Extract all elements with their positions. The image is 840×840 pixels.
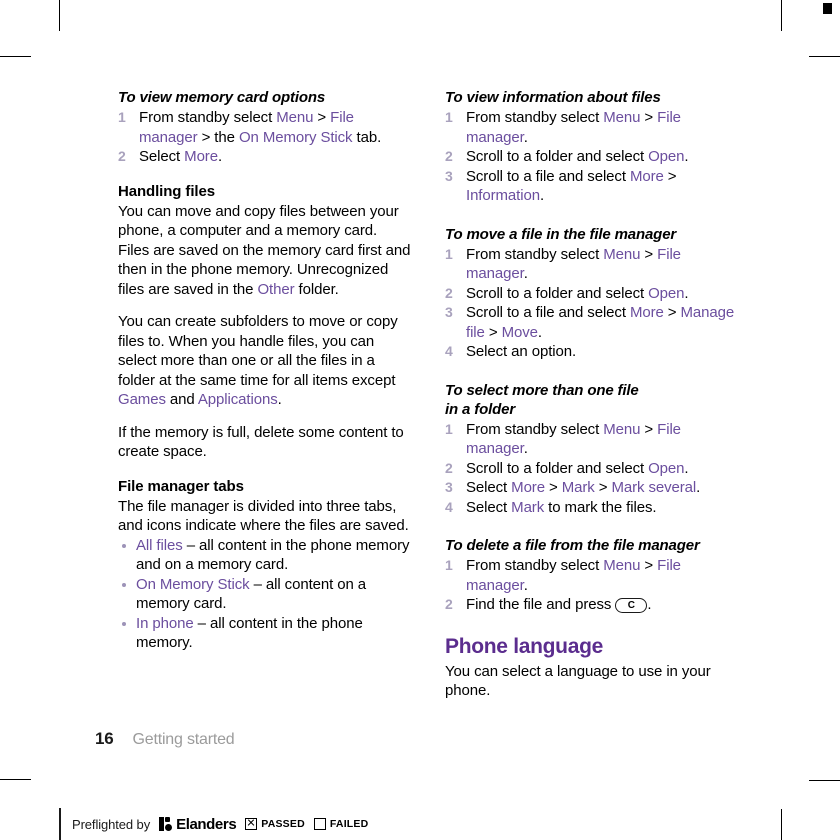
- ui-reference: Move: [501, 323, 538, 341]
- ui-reference: Applications: [197, 391, 278, 408]
- checkbox-checked-icon: [245, 818, 258, 830]
- step-item: Find the file and press C.: [445, 595, 652, 614]
- ui-reference: File manager: [466, 420, 681, 458]
- step-item: Select More.: [118, 147, 223, 166]
- steps-view-memory-card-options: From standby select Menu > File manager …: [118, 108, 411, 167]
- section-title-view-information-about-files: To view information about files: [445, 89, 661, 106]
- preflight-label: Preflighted by: [72, 816, 151, 832]
- manual-page: To view memory card options From standby…: [0, 0, 840, 840]
- steps-view-information-about-files: From standby select Menu > File manager.…: [445, 108, 738, 206]
- step-item: Scroll to a file and select More > Infor…: [445, 167, 677, 205]
- ui-reference: On Memory Stick: [136, 575, 250, 593]
- preflight-passed: PASSED: [245, 818, 305, 830]
- ui-reference: Menu: [603, 420, 641, 438]
- ui-reference: Games: [118, 391, 166, 408]
- paragraph-handling-files-2: You can create subfolders to move or cop…: [118, 313, 398, 408]
- preflight-failed: FAILED: [313, 818, 369, 830]
- elanders-wordmark: Elanders: [176, 815, 237, 833]
- page-footer: 16 Getting started: [95, 729, 235, 749]
- paragraph-file-manager-tabs-intro: The file manager is divided into three t…: [118, 497, 409, 535]
- step-item: From standby select Menu > File manager.: [445, 108, 681, 146]
- preflight-stamp-bar: Preflighted by Elanders PASSED FAILED: [59, 808, 368, 840]
- ui-reference: File manager: [466, 109, 681, 146]
- step-item: Scroll to a folder and select Open.: [445, 459, 689, 478]
- ui-reference: Information: [466, 187, 540, 204]
- paragraph-phone-language: You can select a language to use in your…: [445, 662, 711, 700]
- ui-reference: Open: [648, 284, 685, 302]
- paragraph-handling-files-1: You can move and copy files between your…: [118, 202, 411, 298]
- checkbox-empty-icon: [313, 818, 326, 830]
- ui-reference: Menu: [276, 109, 314, 126]
- step-item: From standby select Menu > File manager.: [445, 420, 681, 458]
- list-file-manager-tabs: All files – all content in the phone mem…: [118, 536, 411, 653]
- elanders-logo: Elanders: [159, 815, 237, 833]
- step-item: From standby select Menu > File manager.: [445, 556, 681, 594]
- ui-reference: Mark: [561, 479, 595, 496]
- ui-reference: Other: [257, 280, 295, 298]
- step-item: Scroll to a folder and select Open.: [445, 147, 689, 166]
- ui-reference: More: [629, 167, 664, 185]
- list-item: On Memory Stick – all content on a memor…: [118, 575, 411, 614]
- ui-reference: Mark several: [611, 479, 697, 496]
- ui-reference: File manager: [466, 245, 681, 283]
- paragraph-handling-files-3: If the memory is full, delete some conte…: [118, 423, 404, 461]
- step-item: Scroll to a file and select More > Manag…: [445, 303, 735, 341]
- ui-reference: In phone: [136, 614, 194, 632]
- section-title-move-a-file: To move a file in the file manager: [445, 225, 677, 243]
- text-columns: To view memory card options From standby…: [118, 88, 738, 701]
- section-title-select-more-than-one-file: To select more than one file in a folder: [445, 381, 738, 419]
- ui-reference: Open: [648, 459, 685, 477]
- step-item: Select an option.: [445, 342, 577, 361]
- preflight-passed-label: PASSED: [261, 818, 305, 830]
- section-title-view-memory-card-options: To view memory card options: [118, 89, 326, 106]
- ui-reference: Open: [648, 148, 685, 165]
- step-item: From standby select Menu > File manager.: [445, 245, 681, 283]
- heading-phone-language: Phone language: [445, 634, 603, 658]
- ui-reference: More: [184, 148, 218, 165]
- step-item: Select More > Mark > Mark several.: [445, 478, 701, 497]
- steps-move-a-file: From standby select Menu > File manager.…: [445, 245, 738, 362]
- section-title-delete-a-file: To delete a file from the file manager: [445, 537, 700, 554]
- ui-reference: All files: [136, 536, 183, 554]
- phone-key-clear-icon: C: [615, 598, 648, 613]
- preflight-failed-label: FAILED: [329, 818, 369, 830]
- ui-reference: More: [511, 479, 545, 496]
- subheading-file-manager-tabs: File manager tabs: [118, 477, 244, 495]
- ui-reference: Menu: [603, 557, 641, 574]
- step-item: Select Mark to mark the files.: [445, 498, 657, 517]
- steps-select-more-than-one-file: From standby select Menu > File manager.…: [445, 420, 738, 518]
- right-column: To view information about files From sta…: [445, 88, 738, 701]
- step-item: From standby select Menu > File manager …: [118, 108, 382, 146]
- ui-reference: Menu: [603, 109, 641, 126]
- ui-reference: File manager: [466, 557, 681, 594]
- left-column: To view memory card options From standby…: [118, 88, 411, 701]
- running-head: Getting started: [132, 731, 235, 748]
- section-title-line-2: in a folder: [445, 400, 516, 418]
- elanders-mark-icon: [159, 817, 173, 831]
- ui-reference: More: [629, 304, 664, 321]
- list-item: In phone – all content in the phone memo…: [118, 614, 411, 653]
- steps-delete-a-file: From standby select Menu > File manager.…: [445, 556, 738, 615]
- subheading-handling-files: Handling files: [118, 182, 215, 200]
- page-number: 16: [95, 729, 114, 748]
- list-item: All files – all content in the phone mem…: [118, 536, 411, 575]
- ui-reference: Mark: [511, 498, 545, 516]
- ui-reference: On Memory Stick: [238, 128, 353, 146]
- section-title-line-1: To select more than one file: [445, 381, 639, 399]
- ui-reference: Menu: [603, 245, 641, 263]
- step-item: Scroll to a folder and select Open.: [445, 284, 689, 303]
